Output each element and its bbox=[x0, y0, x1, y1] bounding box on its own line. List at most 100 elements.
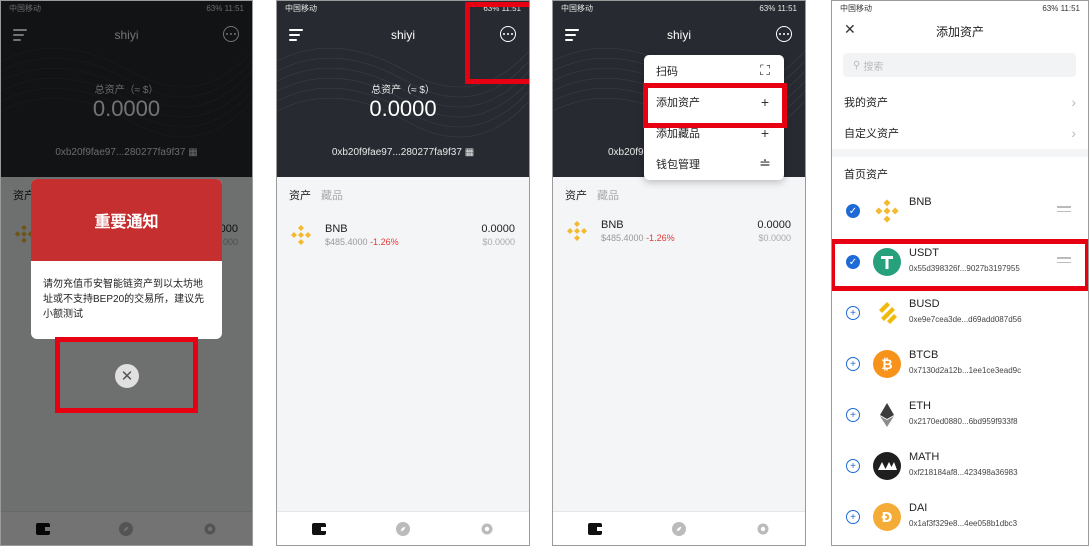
svg-text:Đ: Đ bbox=[882, 511, 893, 526]
total-assets-value: 0.0000 bbox=[369, 96, 437, 121]
wallet-name: shiyi bbox=[666, 28, 691, 42]
asset-row-bnb[interactable]: BNB $485.4000 -1.26% 0.0000 $0.0000 bbox=[289, 221, 515, 253]
status-bar: 中国移动 63% 11:51 bbox=[832, 1, 1088, 16]
wallet-address[interactable]: 0xb20f9fae97...280277fa9f37 ▦ bbox=[277, 147, 529, 158]
sliders-icon: ≐ bbox=[759, 155, 771, 171]
token-row-btcb[interactable]: + ₿ BTCB 0x7130d2a12b...1ee1ce3ead9c bbox=[832, 340, 1088, 390]
asset-name: BNB bbox=[325, 223, 348, 235]
phone-screen-wallet: 中国移动 63% 11:51 shiyi 总资产（≈ $） 0.0000 0xb… bbox=[276, 0, 530, 546]
token-address: 0xe9e7cea3de...d69add087d56 bbox=[909, 315, 1022, 324]
menu-item-wallet-manage[interactable]: 钱包管理 ≐ bbox=[644, 148, 784, 179]
token-row-busd[interactable]: + BUSD 0xe9e7cea3de...d69add087d56 bbox=[832, 289, 1088, 339]
wallet-nav-icon[interactable] bbox=[309, 519, 329, 539]
add-circle-icon[interactable]: + bbox=[846, 510, 860, 524]
section-divider bbox=[832, 149, 1088, 157]
token-name: MATH bbox=[909, 451, 940, 463]
discover-nav-icon[interactable] bbox=[669, 519, 689, 539]
token-row-bnb[interactable]: ✓ BNB bbox=[832, 187, 1088, 237]
svg-text:₿: ₿ bbox=[881, 357, 892, 373]
phone-screen-add-asset: 中国移动 63% 11:51 ✕ 添加资产 ⚲ 搜索 我的资产 › 自定义资产 … bbox=[831, 0, 1089, 546]
qr-code-icon[interactable]: ▦ bbox=[465, 147, 474, 158]
search-placeholder: 搜索 bbox=[863, 61, 884, 73]
more-icon[interactable] bbox=[776, 26, 792, 42]
token-name: BNB bbox=[909, 196, 932, 208]
token-name: DAI bbox=[909, 502, 928, 514]
custom-assets-link[interactable]: 自定义资产 › bbox=[832, 117, 1088, 148]
asset-row-bnb[interactable]: BNB $485.4000 -1.26% 0.0000 $0.0000 bbox=[565, 217, 791, 249]
eth-icon bbox=[880, 403, 894, 427]
token-row-math[interactable]: + MATH 0xf218184af8...423498a36983 bbox=[832, 442, 1088, 492]
tab-assets[interactable]: 资产 bbox=[289, 187, 311, 203]
menu-icon[interactable] bbox=[289, 29, 303, 41]
asset-balance: 0.0000 bbox=[757, 219, 791, 231]
settings-nav-icon[interactable] bbox=[753, 519, 773, 539]
drag-handle-icon[interactable] bbox=[1057, 206, 1071, 215]
notice-body: 请勿充值币安智能链资产到以太坊地址或不支持BEP20的交易所，建议先小额测试 bbox=[43, 279, 205, 320]
discover-nav-icon[interactable] bbox=[393, 519, 413, 539]
section-title: 首页资产 bbox=[844, 169, 888, 181]
status-bar: 中国移动 63% 11:51 bbox=[553, 1, 805, 16]
bottom-nav bbox=[553, 511, 805, 545]
price-change: -1.26% bbox=[370, 237, 399, 247]
token-row-eth[interactable]: + ETH 0x2170ed0880...6bd959f933f8 bbox=[832, 391, 1088, 441]
asset-name: BNB bbox=[601, 219, 624, 231]
checked-icon[interactable]: ✓ bbox=[846, 204, 860, 218]
asset-value: $0.0000 bbox=[482, 237, 515, 247]
asset-price: $485.4000 -1.26% bbox=[601, 233, 675, 243]
token-name: ETH bbox=[909, 400, 931, 412]
math-icon bbox=[873, 452, 901, 480]
price-change: -1.26% bbox=[646, 233, 675, 243]
btcb-icon: ₿ bbox=[873, 350, 901, 378]
asset-price: $485.4000 -1.26% bbox=[325, 237, 399, 247]
token-address: 0x2170ed0880...6bd959f933f8 bbox=[909, 417, 1018, 426]
token-name: BTCB bbox=[909, 349, 939, 361]
chevron-right-icon: › bbox=[1071, 124, 1076, 141]
tab-assets[interactable]: 资产 bbox=[565, 187, 587, 203]
asset-tabs: 资产 藏品 bbox=[565, 187, 619, 203]
tab-collectibles[interactable]: 藏品 bbox=[321, 187, 343, 203]
bnb-icon bbox=[875, 199, 899, 223]
carrier-text: 中国移动 bbox=[561, 4, 593, 13]
highlight-add-asset bbox=[643, 83, 787, 128]
chevron-right-icon: › bbox=[1071, 93, 1076, 110]
bottom-nav bbox=[277, 511, 529, 545]
tab-collectibles[interactable]: 藏品 bbox=[597, 187, 619, 203]
carrier-text: 中国移动 bbox=[285, 4, 317, 13]
menu-icon[interactable] bbox=[565, 29, 579, 41]
wallet-nav-icon[interactable] bbox=[585, 519, 605, 539]
busd-icon bbox=[879, 302, 897, 324]
wallet-name: shiyi bbox=[390, 28, 415, 42]
highlight-close-button bbox=[55, 337, 198, 413]
phone-screen-notice: 中国移动 63% 11:51 shiyi 总资产（≈ $） 0.0000 0xb… bbox=[0, 0, 253, 546]
phone-screen-menu: 中国移动 63% 11:51 shiyi 0xb20f9 资产 藏品 BNB $… bbox=[552, 0, 806, 546]
battery-text: 63% bbox=[1042, 4, 1059, 13]
search-icon: ⚲ bbox=[853, 59, 861, 71]
notice-dialog: 重要通知 请勿充值币安智能链资产到以太坊地址或不支持BEP20的交易所，建议先小… bbox=[31, 179, 222, 339]
token-name: BUSD bbox=[909, 298, 940, 310]
scan-icon: ⛶ bbox=[760, 62, 770, 78]
token-address: 0x7130d2a12b...1ee1ce3ead9c bbox=[909, 366, 1022, 375]
battery-text: 63% bbox=[759, 4, 776, 13]
menu-item-scan[interactable]: 扫码 ⛶ bbox=[644, 55, 784, 86]
asset-value: $0.0000 bbox=[758, 233, 791, 243]
add-circle-icon[interactable]: + bbox=[846, 306, 860, 320]
bnb-icon bbox=[291, 225, 311, 245]
token-address: 0x1af3f329e8...4ee058b1dbc3 bbox=[909, 519, 1018, 528]
carrier-text: 中国移动 bbox=[840, 4, 872, 13]
my-assets-link[interactable]: 我的资产 › bbox=[832, 86, 1088, 117]
add-circle-icon[interactable]: + bbox=[846, 357, 860, 371]
time-text: 11:51 bbox=[777, 4, 797, 13]
token-row-dai[interactable]: + Đ DAI 0x1af3f329e8...4ee058b1dbc3 bbox=[832, 493, 1088, 543]
asset-balance: 0.0000 bbox=[481, 223, 515, 235]
bnb-icon bbox=[567, 221, 587, 241]
highlight-more-button bbox=[465, 2, 529, 84]
asset-tabs: 资产 藏品 bbox=[289, 187, 343, 203]
add-circle-icon[interactable]: + bbox=[846, 408, 860, 422]
page-title: 添加资产 bbox=[935, 24, 984, 39]
dai-icon: Đ bbox=[873, 503, 901, 531]
settings-nav-icon[interactable] bbox=[477, 519, 497, 539]
time-text: 11:51 bbox=[1060, 4, 1080, 13]
search-input[interactable]: ⚲ 搜索 bbox=[843, 53, 1076, 77]
highlight-usdt-row bbox=[832, 239, 1088, 291]
add-circle-icon[interactable]: + bbox=[846, 459, 860, 473]
